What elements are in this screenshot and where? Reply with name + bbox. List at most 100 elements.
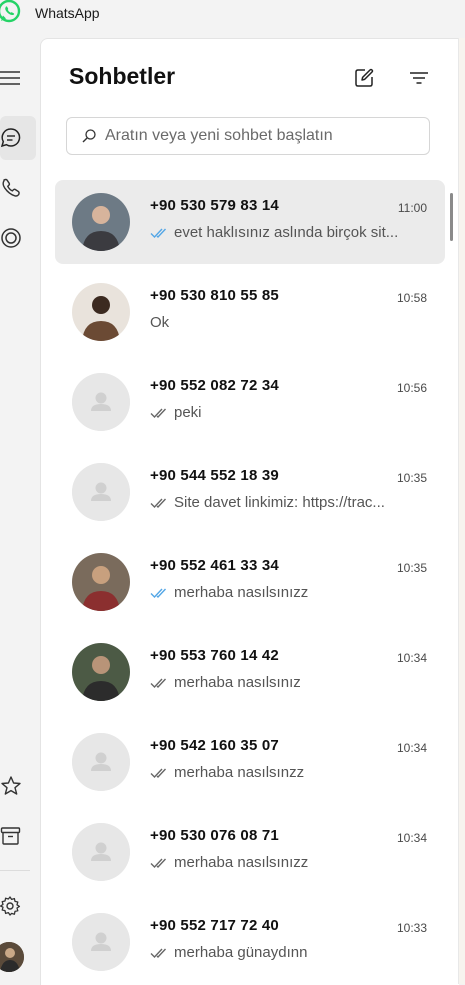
conversation-pane-edge — [458, 38, 465, 984]
archive-icon — [0, 827, 21, 845]
last-message: merhaba nasılsınızz — [150, 584, 420, 601]
avatar — [72, 373, 130, 431]
avatar — [72, 643, 130, 701]
last-message-text: merhaba günaydınn — [174, 944, 308, 961]
chat-list-item[interactable]: +90 552 082 72 34 10:56 peki — [55, 360, 445, 444]
read-receipt-icon — [150, 588, 167, 598]
contact-name: +90 530 579 83 14 — [150, 197, 279, 214]
gear-icon — [0, 896, 21, 916]
chat-list-item[interactable]: +90 553 760 14 42 10:34 merhaba nasılsın… — [55, 630, 445, 714]
app-title: WhatsApp — [35, 5, 100, 21]
delivered-receipt-icon — [150, 858, 167, 868]
phone-icon — [2, 178, 20, 197]
read-receipt-icon — [150, 228, 167, 238]
default-avatar-icon — [72, 463, 130, 521]
status-ring-icon — [1, 228, 21, 248]
last-message: peki — [150, 404, 420, 421]
last-message: evet haklısınız aslında birçok sit... — [150, 224, 420, 241]
last-message: merhaba nasılsınız — [150, 674, 420, 691]
avatar — [72, 553, 130, 611]
chat-list-item[interactable]: +90 530 076 08 71 10:34 merhaba nasılsın… — [55, 810, 445, 894]
default-avatar-icon — [72, 913, 130, 971]
default-avatar-icon — [72, 733, 130, 791]
contact-name: +90 530 076 08 71 — [150, 827, 279, 844]
hamburger-icon — [0, 71, 20, 85]
search-icon — [82, 129, 96, 143]
chat-list-item[interactable]: +90 542 160 35 07 10:34 merhaba nasılsın… — [55, 720, 445, 804]
avatar — [72, 913, 130, 971]
settings-button[interactable] — [0, 884, 36, 928]
avatar — [72, 283, 130, 341]
contact-name: +90 552 082 72 34 — [150, 377, 279, 394]
chat-list-item[interactable]: +90 530 810 55 85 10:58 Ok — [55, 270, 445, 354]
last-message: merhaba nasılsınzz — [150, 764, 420, 781]
navigation-rail — [0, 40, 40, 984]
message-time: 11:00 — [397, 201, 427, 215]
filter-icon — [410, 72, 428, 84]
profile-photo — [0, 942, 24, 972]
contact-name: +90 553 760 14 42 — [150, 647, 279, 664]
last-message: merhaba nasılsınızz — [150, 854, 420, 871]
message-time: 10:35 — [396, 471, 427, 485]
status-nav-button[interactable] — [0, 216, 36, 260]
chat-list-item[interactable]: +90 544 552 18 39 10:35 Site davet linki… — [55, 450, 445, 534]
chat-bubble-icon — [0, 128, 21, 148]
delivered-receipt-icon — [150, 408, 167, 418]
last-message: merhaba günaydınn — [150, 944, 420, 961]
avatar — [72, 733, 130, 791]
last-message-text: peki — [174, 404, 202, 421]
delivered-receipt-icon — [150, 768, 167, 778]
contact-photo — [72, 553, 130, 611]
last-message-text: merhaba nasılsınız — [174, 674, 301, 691]
scrollbar-thumb[interactable] — [450, 193, 453, 241]
star-icon — [1, 776, 21, 795]
last-message: Ok — [150, 314, 420, 331]
avatar — [72, 193, 130, 251]
new-chat-button[interactable] — [349, 63, 379, 93]
profile-avatar[interactable] — [0, 942, 24, 972]
rail-divider — [0, 870, 30, 871]
starred-messages-button[interactable] — [0, 764, 36, 808]
avatar — [72, 463, 130, 521]
last-message-text: Ok — [150, 314, 170, 331]
message-time: 10:34 — [396, 831, 427, 845]
last-message-text: evet haklısınız aslında birçok sit... — [174, 224, 399, 241]
delivered-receipt-icon — [150, 678, 167, 688]
message-time: 10:33 — [396, 921, 427, 935]
contact-photo — [72, 283, 130, 341]
contact-name: +90 542 160 35 07 — [150, 737, 279, 754]
message-time: 10:58 — [396, 291, 427, 305]
contact-name: +90 530 810 55 85 — [150, 287, 279, 304]
last-message-text: merhaba nasılsınzz — [174, 764, 305, 781]
archived-chats-button[interactable] — [0, 814, 36, 858]
message-time: 10:34 — [396, 651, 427, 665]
search-input[interactable] — [103, 126, 427, 146]
whatsapp-logo-icon — [0, 0, 21, 23]
contact-photo — [72, 643, 130, 701]
chats-nav-button[interactable] — [0, 116, 36, 160]
filter-button[interactable] — [404, 63, 434, 93]
message-time: 10:34 — [396, 741, 427, 755]
contact-name: +90 544 552 18 39 — [150, 467, 279, 484]
chat-list-panel: Sohbetler +90 530 579 83 14 11:00 evet h… — [40, 38, 459, 985]
contact-name: +90 552 717 72 40 — [150, 917, 279, 934]
chat-list-item[interactable]: +90 552 461 33 34 10:35 merhaba nasılsın… — [55, 540, 445, 624]
last-message-text: Site davet linkimiz: https://trac... — [174, 494, 385, 511]
menu-button[interactable] — [0, 56, 36, 100]
last-message: Site davet linkimiz: https://trac... — [150, 494, 420, 511]
search-box[interactable] — [66, 117, 430, 155]
message-time: 10:56 — [396, 381, 427, 395]
contact-name: +90 552 461 33 34 — [150, 557, 279, 574]
avatar — [72, 823, 130, 881]
chat-list-item[interactable]: +90 552 717 72 40 10:33 merhaba günaydın… — [55, 900, 445, 984]
delivered-receipt-icon — [150, 948, 167, 958]
default-avatar-icon — [72, 373, 130, 431]
last-message-text: merhaba nasılsınızz — [174, 854, 309, 871]
chat-list-item[interactable]: +90 530 579 83 14 11:00 evet haklısınız … — [55, 180, 445, 264]
last-message-text: merhaba nasılsınızz — [174, 584, 309, 601]
calls-nav-button[interactable] — [0, 166, 36, 210]
title-bar: WhatsApp — [0, 0, 465, 28]
default-avatar-icon — [72, 823, 130, 881]
page-title: Sohbetler — [69, 63, 176, 89]
contact-photo — [72, 193, 130, 251]
